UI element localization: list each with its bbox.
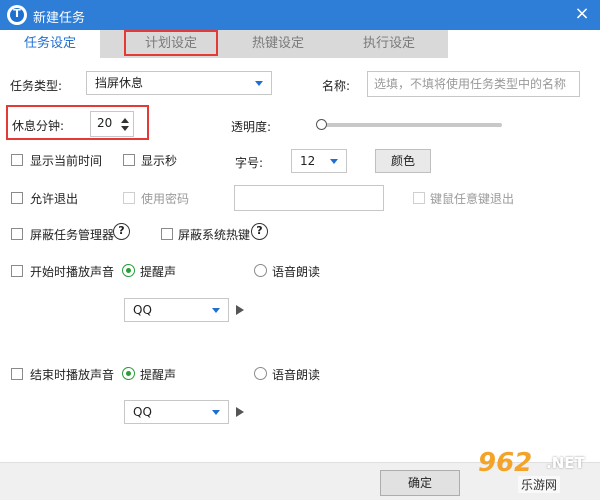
end-sound-label: 结束时播放声音 — [30, 368, 115, 382]
watermark-net: .NET — [546, 454, 585, 472]
chevron-down-icon — [330, 159, 338, 164]
use-password-label: 使用密码 — [141, 192, 190, 206]
chevron-down-icon — [255, 81, 263, 86]
schedule-tab-highlight — [124, 30, 218, 56]
opacity-slider-thumb[interactable] — [316, 119, 327, 130]
end-reminder-label: 提醒声 — [140, 368, 177, 382]
start-sound-checkbox[interactable] — [11, 265, 23, 277]
app-logo-icon: T — [7, 5, 27, 25]
end-sound-select[interactable]: QQ — [124, 400, 229, 424]
opacity-label: 透明度: — [231, 120, 272, 134]
ok-button[interactable]: 确定 — [380, 470, 460, 496]
spin-up-icon[interactable] — [121, 118, 129, 123]
allow-exit-label: 允许退出 — [30, 192, 79, 206]
block-hotkeys-label: 屏蔽系统热键 — [178, 228, 251, 242]
start-voice-radio[interactable] — [254, 264, 267, 277]
chevron-down-icon — [212, 308, 220, 313]
end-voice-label: 语音朗读 — [272, 368, 321, 382]
play-icon[interactable] — [236, 407, 244, 417]
block-hotkeys-checkbox[interactable] — [161, 228, 173, 240]
site-watermark: 962 .NET 乐游网 — [478, 448, 596, 496]
spin-down-icon[interactable] — [121, 126, 129, 131]
end-voice-radio[interactable] — [254, 367, 267, 380]
minutes-stepper[interactable]: 20 — [90, 111, 134, 137]
start-voice-label: 语音朗读 — [272, 265, 321, 279]
window-title: 新建任务 — [33, 11, 86, 26]
tab-bar: 任务设定 计划设定 热键设定 执行设定 — [0, 30, 600, 58]
start-sound-select[interactable]: QQ — [124, 298, 229, 322]
show-time-label: 显示当前时间 — [30, 154, 103, 168]
end-reminder-radio[interactable] — [122, 367, 135, 380]
help-icon[interactable]: ? — [113, 223, 130, 240]
play-icon[interactable] — [236, 305, 244, 315]
tab-hotkey-settings[interactable]: 热键设定 — [226, 30, 330, 58]
any-key-exit-checkbox[interactable] — [413, 192, 425, 204]
password-input[interactable] — [234, 185, 384, 211]
start-sound-label: 开始时播放声音 — [30, 265, 115, 279]
block-taskmgr-checkbox[interactable] — [11, 228, 23, 240]
allow-exit-checkbox[interactable] — [11, 192, 23, 204]
font-size-select[interactable]: 12 — [291, 149, 347, 173]
close-button[interactable]: × — [572, 4, 592, 24]
start-sound-value: QQ — [133, 303, 152, 317]
minutes-value: 20 — [97, 116, 113, 130]
task-settings-panel: 任务类型: 挡屏休息 名称: 选填，不填将使用任务类型中的名称 休息分钟: 20… — [0, 58, 600, 500]
task-type-label: 任务类型: — [10, 79, 63, 93]
end-sound-value: QQ — [133, 405, 152, 419]
font-size-value: 12 — [300, 154, 316, 168]
use-password-checkbox[interactable] — [123, 192, 135, 204]
start-reminder-radio[interactable] — [122, 264, 135, 277]
block-taskmgr-label: 屏蔽任务管理器 — [30, 228, 115, 242]
task-type-select[interactable]: 挡屏休息 — [86, 71, 272, 95]
tab-task-settings[interactable]: 任务设定 — [0, 30, 100, 58]
show-seconds-label: 显示秒 — [141, 154, 178, 168]
opacity-slider-track[interactable] — [326, 123, 502, 127]
watermark-site: 乐游网 — [518, 476, 561, 493]
watermark-brand: 962 — [478, 448, 533, 478]
name-input[interactable]: 选填，不填将使用任务类型中的名称 — [367, 71, 580, 97]
name-label: 名称: — [322, 79, 351, 93]
task-type-value: 挡屏休息 — [95, 76, 144, 90]
chevron-down-icon — [212, 410, 220, 415]
show-time-checkbox[interactable] — [11, 154, 23, 166]
tab-execution-settings[interactable]: 执行设定 — [336, 30, 442, 58]
start-reminder-label: 提醒声 — [140, 265, 177, 279]
any-key-exit-label: 键鼠任意键退出 — [430, 192, 515, 206]
font-size-label: 字号: — [235, 156, 264, 170]
minutes-label: 休息分钟: — [12, 119, 65, 133]
color-button[interactable]: 颜色 — [375, 149, 431, 173]
title-bar: T 新建任务 × — [0, 0, 600, 30]
end-sound-checkbox[interactable] — [11, 368, 23, 380]
help-icon[interactable]: ? — [251, 223, 268, 240]
show-seconds-checkbox[interactable] — [123, 154, 135, 166]
